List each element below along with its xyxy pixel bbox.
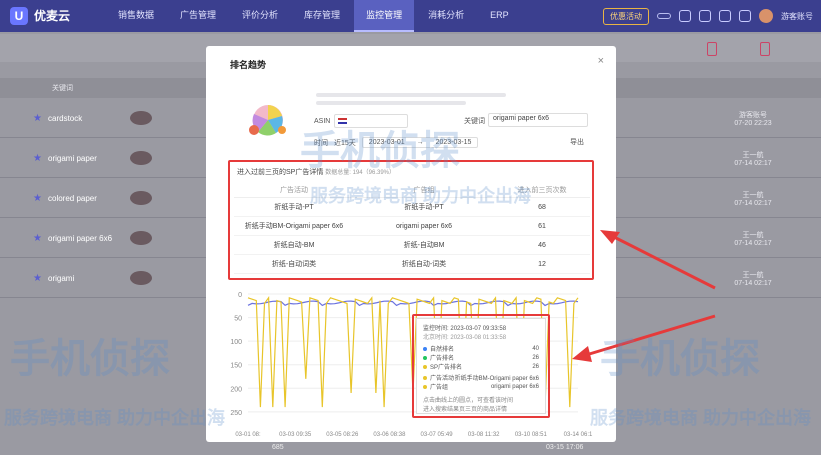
annotation-arrows [572, 230, 716, 362]
